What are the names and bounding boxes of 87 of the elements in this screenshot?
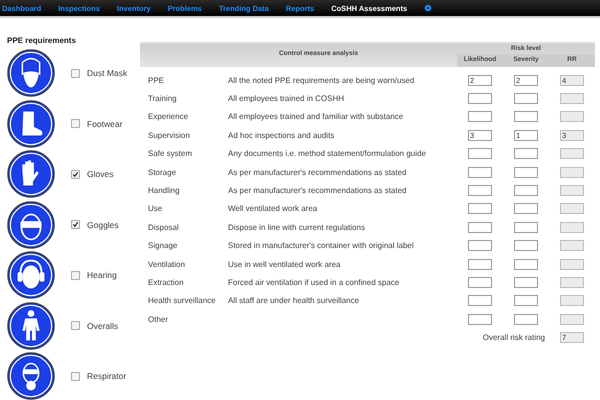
checkbox[interactable] bbox=[71, 321, 80, 330]
risk-rating-field[interactable] bbox=[560, 276, 584, 288]
likelihood-field[interactable] bbox=[468, 295, 492, 306]
measure-name: Disposal bbox=[147, 222, 180, 232]
measure-name: Use bbox=[147, 204, 164, 214]
measure-name: Storage bbox=[147, 168, 178, 177]
measure-description: All the noted PPE requirements are being worn/used bbox=[228, 76, 414, 85]
likelihood-field[interactable] bbox=[468, 166, 492, 178]
severity-field[interactable] bbox=[514, 93, 538, 104]
risk-rating-field[interactable] bbox=[560, 148, 584, 160]
checkbox-label: Dust Mask bbox=[87, 68, 128, 78]
likelihood-field[interactable] bbox=[468, 111, 492, 122]
checkbox-label: Respirator bbox=[87, 371, 126, 382]
checkbox-label: Hearing bbox=[87, 270, 117, 280]
risk-rating-field[interactable] bbox=[560, 314, 584, 325]
measure-name: Supervision bbox=[147, 130, 191, 140]
checkbox[interactable] bbox=[71, 68, 80, 78]
checkbox-label: Overalls bbox=[87, 320, 118, 331]
likelihood-field[interactable] bbox=[468, 258, 492, 270]
measure-name: PPE bbox=[147, 76, 166, 85]
severity-field[interactable] bbox=[514, 240, 538, 252]
measure-name: Safe system bbox=[147, 149, 194, 158]
measure-description: Stored in manufacturer's container with original label bbox=[228, 241, 414, 250]
measure-description: As per manufacturer's recommendations as stated bbox=[228, 186, 406, 196]
likelihood-field[interactable] bbox=[468, 185, 492, 196]
measure-description: Ad hoc inspections and audits bbox=[228, 130, 334, 140]
checkbox-label: Goggles bbox=[87, 220, 119, 230]
risk-rating-field[interactable] bbox=[560, 222, 584, 233]
overalls-sign-icon bbox=[7, 302, 55, 350]
measure-description: Use in well ventilated work area bbox=[228, 260, 340, 269]
likelihood-field[interactable] bbox=[468, 276, 492, 288]
severity-field[interactable] bbox=[514, 295, 538, 306]
risk-rating-field[interactable] bbox=[560, 258, 584, 270]
measure-description: As per manufacturer's recommendations as stated bbox=[228, 168, 406, 177]
measure-name: Health surveillance bbox=[147, 296, 217, 306]
measure-description: Any documents i.e. method statement/formulation guide bbox=[228, 149, 426, 158]
overall-risk-label: Overall risk rating bbox=[482, 333, 545, 342]
severity-field[interactable] bbox=[514, 276, 538, 288]
measure-name: Other bbox=[147, 314, 170, 324]
risk-rating-field[interactable] bbox=[560, 111, 584, 122]
severity-field[interactable] bbox=[514, 258, 538, 270]
measure-description: All employees trained in COSHH bbox=[228, 94, 344, 104]
measure-description: All employees trained and familiar with substance bbox=[228, 112, 404, 122]
checkbox-label: Footwear bbox=[87, 118, 122, 129]
likelihood-field[interactable] bbox=[468, 240, 492, 252]
checkbox[interactable] bbox=[71, 170, 80, 179]
severity-field[interactable] bbox=[514, 185, 538, 196]
risk-rating-field[interactable] bbox=[560, 203, 584, 214]
severity-field[interactable] bbox=[514, 148, 538, 160]
measure-name: Experience bbox=[147, 112, 190, 122]
severity-field[interactable] bbox=[514, 222, 538, 233]
checkbox[interactable] bbox=[71, 220, 80, 230]
measure-name: Extraction bbox=[147, 278, 185, 287]
measure-description: Dispose in line with current regulations bbox=[228, 222, 365, 232]
severity-field[interactable] bbox=[514, 314, 538, 325]
risk-rating-field[interactable] bbox=[560, 185, 584, 196]
respirator-sign-icon bbox=[7, 352, 55, 400]
checkbox[interactable] bbox=[71, 372, 80, 381]
goggles-sign-icon bbox=[7, 200, 55, 249]
likelihood-field[interactable] bbox=[468, 203, 492, 214]
likelihood-field[interactable] bbox=[468, 93, 492, 104]
glove-sign-icon bbox=[7, 150, 55, 198]
section-title: PPE requirements bbox=[7, 36, 77, 45]
likelihood-field[interactable] bbox=[468, 148, 492, 160]
severity-field[interactable] bbox=[514, 166, 538, 178]
risk-rating-field[interactable] bbox=[560, 166, 584, 178]
risk-rating-field[interactable] bbox=[560, 240, 584, 252]
measure-name: Signage bbox=[147, 241, 178, 250]
checkbox-label: Gloves bbox=[87, 169, 114, 180]
severity-field[interactable] bbox=[514, 203, 538, 214]
measure-description: All staff are under health surveillance bbox=[228, 296, 360, 306]
severity-field[interactable] bbox=[514, 111, 538, 122]
boot-sign-icon bbox=[7, 100, 55, 148]
likelihood-field[interactable] bbox=[468, 314, 492, 325]
measure-description: Well ventilated work area bbox=[228, 204, 318, 214]
settings-icon[interactable] bbox=[424, 4, 432, 12]
checkbox[interactable] bbox=[71, 119, 80, 128]
likelihood-field[interactable] bbox=[468, 222, 492, 233]
risk-rating-field[interactable] bbox=[560, 295, 584, 306]
checkbox[interactable] bbox=[71, 270, 80, 280]
ear-defenders-sign-icon bbox=[7, 251, 55, 300]
risk-rating-field[interactable] bbox=[560, 93, 584, 104]
measure-name: Ventilation bbox=[147, 260, 186, 269]
measure-name: Training bbox=[147, 94, 178, 104]
measure-name: Handling bbox=[147, 186, 181, 196]
dust-mask-sign-icon bbox=[7, 49, 55, 98]
measure-description: Forced air ventilation if used in a confined space bbox=[228, 278, 400, 287]
